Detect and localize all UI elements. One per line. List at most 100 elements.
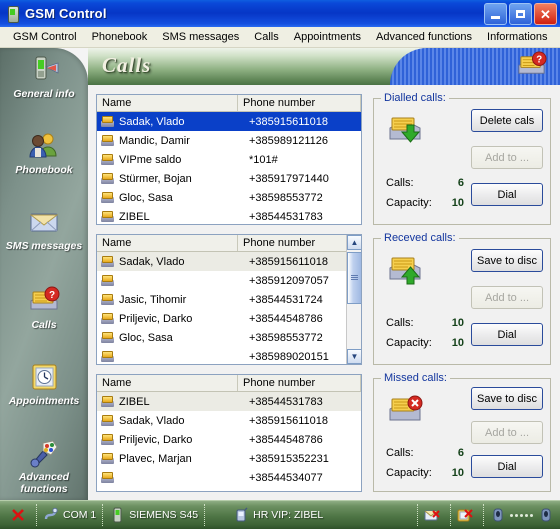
delete-calls-button[interactable]: Delete cals — [471, 109, 543, 132]
column-header-name[interactable]: Name — [97, 235, 238, 251]
table-row[interactable]: Stürmer, Bojan +385917971440 — [97, 169, 361, 188]
menu-sms-messages[interactable]: SMS messages — [155, 29, 247, 45]
mobile-phone-icon — [27, 54, 61, 86]
contact-card-icon — [101, 293, 115, 306]
menu-appointments[interactable]: Appointments — [287, 29, 369, 45]
contact-card-icon — [101, 172, 115, 185]
calls-value: 10 — [451, 317, 464, 329]
phone-number: +385915004939 — [246, 491, 361, 492]
sidebar-item-calls[interactable]: ? Calls — [0, 285, 88, 331]
table-row[interactable]: ZIBEL +38544531783 — [97, 207, 361, 224]
column-header-number[interactable]: Phone number — [238, 95, 361, 111]
device-label: SIEMENS S45 — [129, 509, 199, 521]
contact-card-icon — [101, 191, 115, 204]
connection-status-cell[interactable] — [0, 504, 37, 526]
sms-status-cell[interactable] — [418, 504, 451, 526]
contact-name: Sadak, Vlado — [119, 255, 185, 268]
contact-card-icon — [101, 255, 115, 268]
capacity-value: 10 — [451, 467, 464, 479]
phone-number: +38544531783 — [249, 210, 323, 223]
table-row[interactable]: ZIBEL +38544531783 — [97, 392, 361, 411]
status-bar: COM 1 SIEMENS S45 HR VIP: ZIBEL — [0, 500, 560, 529]
received-calls-icon — [387, 253, 425, 287]
capacity-value: 10 — [451, 197, 464, 209]
save-to-disc-button[interactable]: Save to disc — [471, 387, 543, 410]
table-row[interactable]: Jasic, Tihomir +38544531724 — [97, 290, 361, 309]
phone-number: +385989020151 — [249, 350, 329, 363]
table-row[interactable]: +385989020151 — [97, 347, 361, 364]
table-row[interactable]: Mandic, Damir +385989121126 — [97, 131, 361, 150]
contact-card-icon — [101, 414, 115, 427]
close-button[interactable]: ✕ — [534, 3, 557, 25]
calls-label: Calls: — [386, 177, 414, 189]
sidebar-item-general-info[interactable]: General info — [0, 54, 88, 100]
contact-name: Plavec, Marjan — [119, 452, 192, 465]
sidebar-item-sms-messages[interactable]: SMS messages — [0, 206, 88, 252]
phone-icon — [109, 507, 125, 523]
table-row[interactable]: VIPme saldo *101# — [97, 150, 361, 169]
table-row[interactable]: Sadak, Vlado +385915611018 — [97, 411, 361, 430]
envelope-x-icon — [424, 507, 440, 523]
scroll-down-button[interactable]: ▼ — [347, 349, 361, 364]
port-cell[interactable]: COM 1 — [37, 504, 104, 526]
contact-card-icon — [101, 471, 115, 484]
group-title: Receved calls: — [381, 232, 459, 244]
table-row[interactable]: +38544534077 — [97, 468, 361, 487]
contact-card-icon — [101, 153, 115, 166]
menu-gsm-control[interactable]: GSM Control — [6, 29, 85, 45]
maximize-button[interactable] — [509, 3, 532, 25]
calls-value: 6 — [457, 177, 464, 189]
column-header-number[interactable]: Phone number — [238, 235, 361, 251]
phone-number: +38598553772 — [249, 331, 323, 344]
calls-question-icon: ? — [515, 50, 548, 81]
table-row[interactable]: Plavec, Marjan +385915352231 — [97, 449, 361, 468]
contact-name: Mandic, Damir — [119, 134, 190, 147]
contact-name: VIPme saldo — [119, 153, 182, 166]
scroll-up-button[interactable]: ▲ — [347, 235, 361, 250]
table-row[interactable]: Bukovac, Vlado+385915004939 — [97, 487, 361, 492]
scrollbar-thumb[interactable] — [347, 252, 361, 304]
calls-question-icon: ? — [27, 285, 61, 317]
dial-button[interactable]: Dial — [471, 183, 543, 206]
dialled-calls-list[interactable]: Name Phone number Sadak, Vlado +385915611… — [96, 94, 362, 225]
device-cell[interactable]: SIEMENS S45 — [103, 504, 206, 526]
table-row[interactable]: Priljevic, Darko +38544548786 — [97, 430, 361, 449]
received-calls-list[interactable]: Name Phone number Sadak, Vlado +385915611… — [96, 234, 362, 365]
sidebar-item-phonebook[interactable]: Phonebook — [0, 130, 88, 176]
menu-informations[interactable]: Informations — [480, 29, 556, 45]
table-row[interactable]: +385912097057 — [97, 271, 361, 290]
signal-battery-cell[interactable] — [484, 504, 560, 526]
column-header-number[interactable]: Phone number — [238, 375, 361, 391]
vertical-scrollbar[interactable]: ▲ ▼ — [346, 235, 361, 364]
table-row[interactable]: Sadak, Vlado +385915611018 — [97, 252, 361, 271]
column-header-name[interactable]: Name — [97, 375, 238, 391]
sidebar-item-advanced-functions[interactable]: Advanced functions — [0, 437, 88, 495]
calls-value: 6 — [457, 447, 464, 459]
table-row[interactable]: Sadak, Vlado +385915611018 — [97, 112, 361, 131]
table-row[interactable]: Gloc, Sasa +38598553772 — [97, 188, 361, 207]
menu-phonebook[interactable]: Phonebook — [85, 29, 156, 45]
table-row[interactable]: Priljevic, Darko +38544548786 — [97, 309, 361, 328]
save-to-disc-button[interactable]: Save to disc — [471, 249, 543, 272]
menu-calls[interactable]: Calls — [247, 29, 286, 45]
contact-name: Gloc, Sasa — [119, 191, 173, 204]
title-bar: GSM Control ✕ — [0, 0, 560, 27]
sidebar-label: Calls — [31, 319, 57, 331]
network-cell[interactable]: HR VIP: ZIBEL — [205, 504, 418, 526]
capacity-label: Capacity: — [386, 197, 432, 209]
table-row[interactable]: Gloc, Sasa +38598553772 — [97, 328, 361, 347]
menu-advanced-functions[interactable]: Advanced functions — [369, 29, 480, 45]
minimize-button[interactable] — [484, 3, 507, 25]
phone-number: +38544548786 — [249, 312, 323, 325]
list-header: Name Phone number — [97, 95, 361, 112]
contact-name: Priljevic, Darko — [119, 312, 193, 325]
missed-calls-list[interactable]: Name Phone number ZIBEL +38544531783 Sadak… — [96, 374, 362, 492]
appointment-status-cell[interactable] — [451, 504, 484, 526]
svg-text:?: ? — [536, 55, 542, 66]
list-header: Name Phone number — [97, 375, 361, 392]
dial-button[interactable]: Dial — [471, 455, 543, 478]
dial-button[interactable]: Dial — [471, 323, 543, 346]
sidebar-item-appointments[interactable]: Appointments — [0, 361, 88, 407]
column-header-name[interactable]: Name — [97, 95, 238, 111]
battery-icon — [490, 507, 506, 523]
